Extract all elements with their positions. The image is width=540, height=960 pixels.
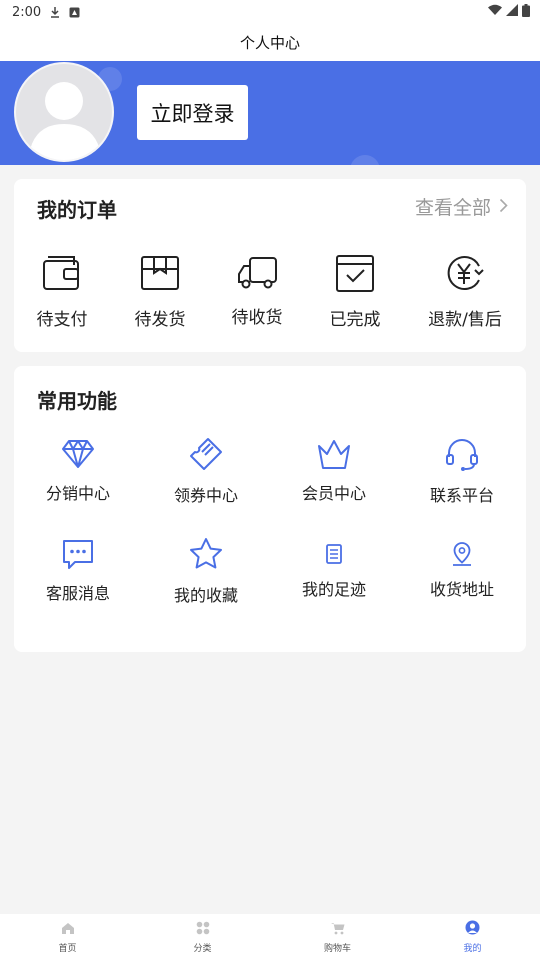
- wifi-icon: [488, 4, 502, 21]
- profile-header: 立即登录: [0, 61, 540, 165]
- order-item-label: 已完成: [329, 310, 381, 330]
- decorative-bubble: [350, 155, 380, 165]
- function-label: 分销中心: [45, 484, 110, 503]
- page-title: 个人中心: [239, 34, 300, 52]
- chat-icon: [14, 536, 142, 572]
- function-service-messages[interactable]: 客服消息: [14, 536, 142, 604]
- order-pending-payment[interactable]: 待支付: [14, 251, 110, 330]
- yen-refund-icon: [414, 251, 516, 295]
- tab-category[interactable]: 分类: [135, 914, 270, 960]
- orders-title: 我的订单: [37, 198, 117, 222]
- function-label: 领券中心: [173, 486, 238, 505]
- function-shipping-address[interactable]: 收货地址: [398, 536, 526, 600]
- truck-icon: [209, 251, 305, 295]
- box-icon: [112, 251, 208, 295]
- coupon-icon: [142, 436, 270, 472]
- tab-label: 分类: [193, 944, 212, 954]
- battery-icon: [522, 4, 530, 21]
- star-icon: [142, 536, 270, 572]
- bottom-tab-bar: 首页 分类 购物车 我的: [0, 914, 540, 960]
- chevron-right-icon: [499, 196, 508, 218]
- function-label: 联系平台: [429, 486, 494, 505]
- location-icon: [398, 536, 526, 572]
- function-contact-platform[interactable]: 联系平台: [398, 436, 526, 506]
- calendar-check-icon: [307, 251, 403, 295]
- avatar[interactable]: [14, 62, 114, 162]
- status-time: 2:00: [12, 4, 42, 20]
- status-bar: 2:00: [0, 0, 540, 24]
- functions-title: 常用功能: [37, 389, 117, 413]
- order-item-label: 待支付: [36, 310, 88, 330]
- default-avatar-icon: [28, 82, 102, 160]
- document-icon: [270, 536, 398, 572]
- view-all-label: 查看全部: [414, 197, 491, 219]
- view-all-orders-link[interactable]: 查看全部: [415, 193, 508, 220]
- download-icon: [49, 6, 61, 18]
- order-item-label: 待发货: [134, 310, 186, 330]
- function-label: 客服消息: [45, 584, 110, 603]
- category-icon: [196, 920, 210, 939]
- order-refund[interactable]: 退款/售后: [414, 251, 516, 330]
- function-favorites[interactable]: 我的收藏: [142, 536, 270, 606]
- wallet-icon: [14, 251, 110, 295]
- order-item-label: 退款/售后: [428, 310, 502, 330]
- crown-icon: [270, 436, 398, 472]
- notification-icon: [69, 7, 80, 18]
- cart-icon: [330, 920, 345, 939]
- function-member-center[interactable]: 会员中心: [270, 436, 398, 504]
- title-bar: 个人中心: [0, 24, 540, 61]
- function-label: 我的足迹: [301, 580, 366, 599]
- tab-mine[interactable]: 我的: [405, 914, 540, 960]
- function-coupon-center[interactable]: 领券中心: [142, 436, 270, 506]
- function-label: 收货地址: [429, 580, 494, 599]
- login-button[interactable]: 立即登录: [137, 85, 248, 140]
- tab-label: 首页: [58, 944, 77, 954]
- tab-home[interactable]: 首页: [0, 914, 135, 960]
- function-label: 会员中心: [301, 484, 366, 503]
- order-pending-shipment[interactable]: 待发货: [112, 251, 208, 330]
- functions-card: 常用功能 分销中心 领券中心 会员中心 联系平台 客服消息 我的收藏 我的足迹 …: [14, 366, 526, 652]
- tab-label: 购物车: [323, 944, 351, 954]
- order-pending-receipt[interactable]: 待收货: [209, 251, 305, 328]
- tab-label: 我的: [463, 944, 482, 954]
- user-icon: [465, 920, 480, 939]
- function-distribution-center[interactable]: 分销中心: [14, 436, 142, 504]
- orders-card: 我的订单 查看全部 待支付 待发货 待收货 已完成 退款/售后: [14, 179, 526, 352]
- function-label: 我的收藏: [173, 586, 238, 605]
- order-item-label: 待收货: [231, 308, 283, 328]
- function-footprints[interactable]: 我的足迹: [270, 536, 398, 600]
- tab-cart[interactable]: 购物车: [270, 914, 405, 960]
- headset-icon: [398, 436, 526, 472]
- home-icon: [61, 920, 75, 939]
- diamond-icon: [14, 436, 142, 472]
- signal-icon: [506, 4, 518, 21]
- order-completed[interactable]: 已完成: [307, 251, 403, 330]
